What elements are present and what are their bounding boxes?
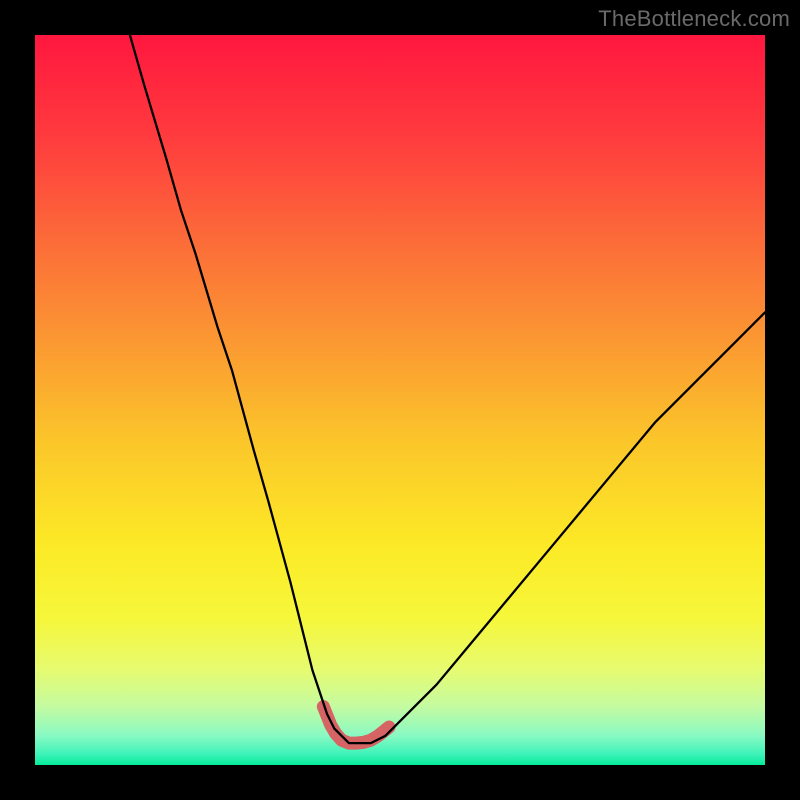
outer-frame: TheBottleneck.com xyxy=(0,0,800,800)
bottleneck-curve xyxy=(130,35,765,743)
plot-area xyxy=(35,35,765,765)
watermark-text: TheBottleneck.com xyxy=(598,6,790,32)
chart-svg xyxy=(35,35,765,765)
